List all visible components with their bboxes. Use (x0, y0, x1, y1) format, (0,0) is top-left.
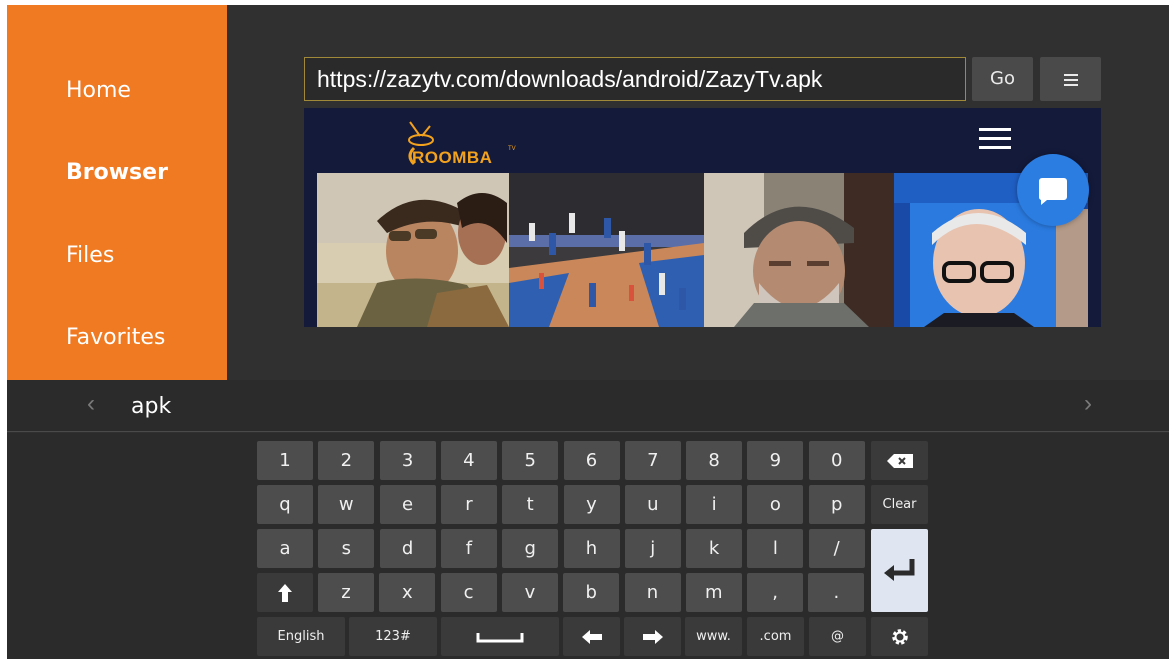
go-button[interactable]: Go (972, 57, 1033, 101)
key-1[interactable]: 1 (257, 441, 313, 480)
gear-icon (891, 629, 908, 645)
key-t[interactable]: t (502, 485, 559, 524)
suggestion-bar: ‹ apk › (7, 380, 1169, 432)
chevron-left-icon[interactable]: ‹ (87, 390, 95, 418)
key-j[interactable]: j (624, 529, 681, 568)
key-n[interactable]: n (624, 573, 681, 612)
space-key[interactable] (441, 617, 559, 656)
key-6[interactable]: 6 (563, 441, 620, 480)
key-comma[interactable]: , (747, 573, 804, 612)
key-2[interactable]: 2 (318, 441, 375, 480)
key-d[interactable]: d (379, 529, 436, 568)
key-p[interactable]: p (808, 485, 865, 524)
key-z[interactable]: z (318, 573, 374, 612)
chevron-right-icon[interactable]: › (1084, 390, 1092, 418)
hamburger-icon (1063, 73, 1078, 86)
man-with-cap-thumbnail[interactable] (704, 173, 894, 327)
key-k[interactable]: k (686, 529, 743, 568)
key-i[interactable]: i (686, 485, 743, 524)
key-5[interactable]: 5 (502, 441, 559, 480)
at-key[interactable]: @ (809, 617, 866, 656)
sidebar-item-favorites[interactable]: Favorites (66, 325, 165, 350)
key-q[interactable]: q (257, 485, 313, 524)
cursor-left-key[interactable] (563, 617, 620, 656)
hamburger-icon[interactable] (979, 126, 1011, 152)
url-input[interactable]: https://zazytv.com/downloads/android/Zaz… (304, 57, 966, 101)
web-view[interactable]: ROOMBA TV (304, 108, 1101, 327)
key-o[interactable]: o (747, 485, 804, 524)
key-h[interactable]: h (563, 529, 620, 568)
www-key[interactable]: www. (685, 617, 742, 656)
key-a[interactable]: a (257, 529, 313, 568)
key-y[interactable]: y (563, 485, 620, 524)
key-b[interactable]: b (563, 573, 620, 612)
site-logo-tm: TV (508, 146, 516, 152)
sidebar-item-home[interactable]: Home (66, 78, 131, 103)
symbols-key[interactable]: 123# (349, 617, 437, 656)
sidebar-item-files[interactable]: Files (66, 243, 114, 268)
arrow-right-icon (642, 630, 663, 644)
suggestion-text[interactable]: apk (131, 394, 171, 419)
key-r[interactable]: r (440, 485, 497, 524)
enter-key[interactable] (871, 529, 928, 612)
chat-bubble-icon[interactable] (1017, 154, 1089, 226)
key-v[interactable]: v (501, 573, 558, 612)
app-frame: Home Browser Files Favorites https://zaz… (7, 5, 1169, 659)
space-bar-icon (476, 633, 524, 643)
key-x[interactable]: x (379, 573, 436, 612)
shift-key[interactable] (257, 573, 313, 612)
language-key[interactable]: English (257, 617, 345, 656)
key-8[interactable]: 8 (686, 441, 743, 480)
key-e[interactable]: e (379, 485, 436, 524)
key-l[interactable]: l (747, 529, 804, 568)
key-7[interactable]: 7 (624, 441, 681, 480)
key-s[interactable]: s (318, 529, 375, 568)
key-period[interactable]: . (808, 573, 865, 612)
key-c[interactable]: c (440, 573, 497, 612)
key-m[interactable]: m (685, 573, 742, 612)
basketball-thumbnail[interactable] (509, 173, 704, 327)
key-4[interactable]: 4 (440, 441, 497, 480)
cursor-right-key[interactable] (624, 617, 681, 656)
key-w[interactable]: w (318, 485, 375, 524)
key-u[interactable]: u (624, 485, 681, 524)
shift-arrow-icon (278, 584, 292, 602)
dot-com-key[interactable]: .com (747, 617, 804, 656)
arrow-left-icon (581, 630, 602, 644)
key-3[interactable]: 3 (379, 441, 436, 480)
settings-key[interactable] (871, 617, 928, 656)
site-logo-text: ROOMBA (412, 148, 493, 167)
onscreen-keyboard: 1234567890 qwertyuiop a s d f g h j k l / zxcvbnm… (7, 433, 1169, 659)
clear-key[interactable]: Clear (871, 485, 928, 524)
enter-icon (883, 559, 914, 581)
key-f[interactable]: f (440, 529, 497, 568)
sidebar-item-browser[interactable]: Browser (66, 160, 168, 185)
backspace-icon (886, 454, 913, 468)
key-g[interactable]: g (502, 529, 559, 568)
browser-menu-button[interactable] (1040, 57, 1101, 101)
key-9[interactable]: 9 (747, 441, 804, 480)
key-0[interactable]: 0 (808, 441, 865, 480)
sidebar: Home Browser Files Favorites (7, 5, 227, 380)
backspace-key[interactable] (871, 441, 928, 480)
key-slash[interactable]: / (808, 529, 865, 568)
movie-thumbnail[interactable] (317, 173, 509, 327)
